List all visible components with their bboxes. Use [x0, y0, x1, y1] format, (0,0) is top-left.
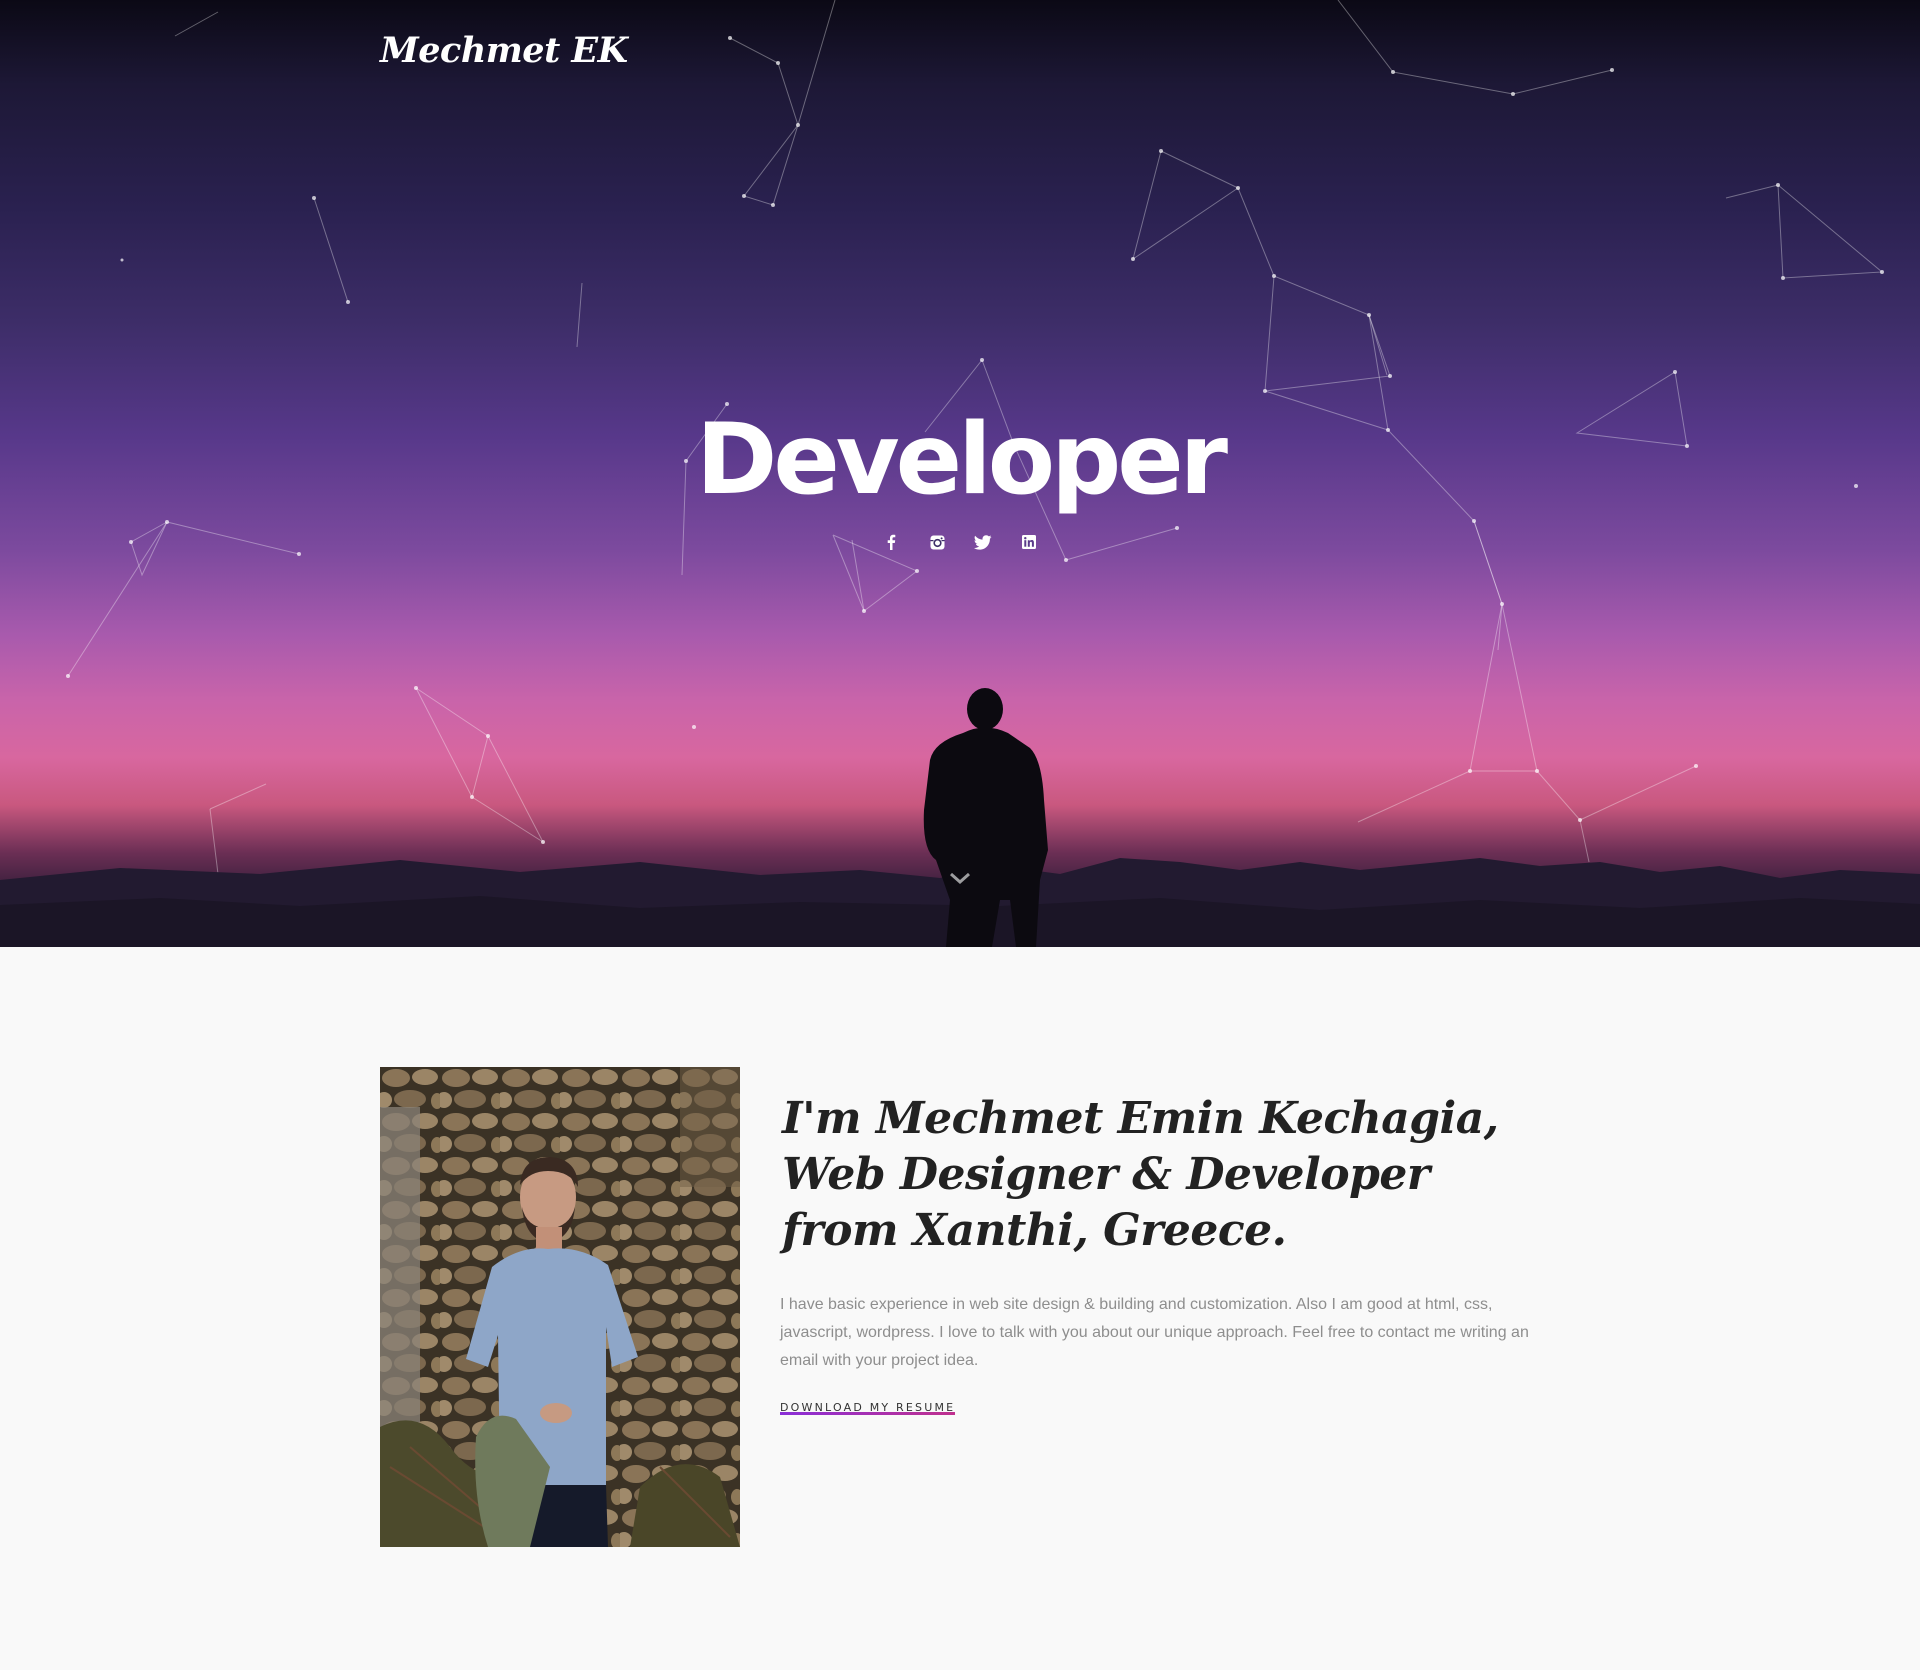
- heading-line: I'm Mechmet Emin Kechagia,: [782, 1093, 1499, 1144]
- heading-line: from Xanthi, Greece.: [782, 1205, 1287, 1256]
- instagram-icon[interactable]: [928, 533, 946, 551]
- chevron-down-icon[interactable]: [946, 868, 974, 888]
- hero-section: Mechmet EK Developer: [0, 0, 1920, 947]
- profile-photo: [380, 1067, 740, 1547]
- social-links: [0, 533, 1920, 551]
- hero-title: Developer: [695, 403, 1228, 517]
- twitter-icon[interactable]: [974, 533, 992, 551]
- about-section: I'm Mechmet Emin Kechagia, Web Designer …: [0, 947, 1920, 1670]
- facebook-icon[interactable]: [882, 533, 900, 551]
- site-logo[interactable]: Mechmet EK: [380, 30, 628, 71]
- about-bio: I have basic experience in web site desi…: [780, 1296, 1529, 1369]
- linkedin-icon[interactable]: [1020, 533, 1038, 551]
- download-resume-link[interactable]: DOWNLOAD MY RESUME: [780, 1401, 956, 1415]
- heading-line: Web Designer & Developer: [782, 1149, 1430, 1200]
- about-heading: I'm Mechmet Emin Kechagia, Web Designer …: [782, 1091, 1499, 1259]
